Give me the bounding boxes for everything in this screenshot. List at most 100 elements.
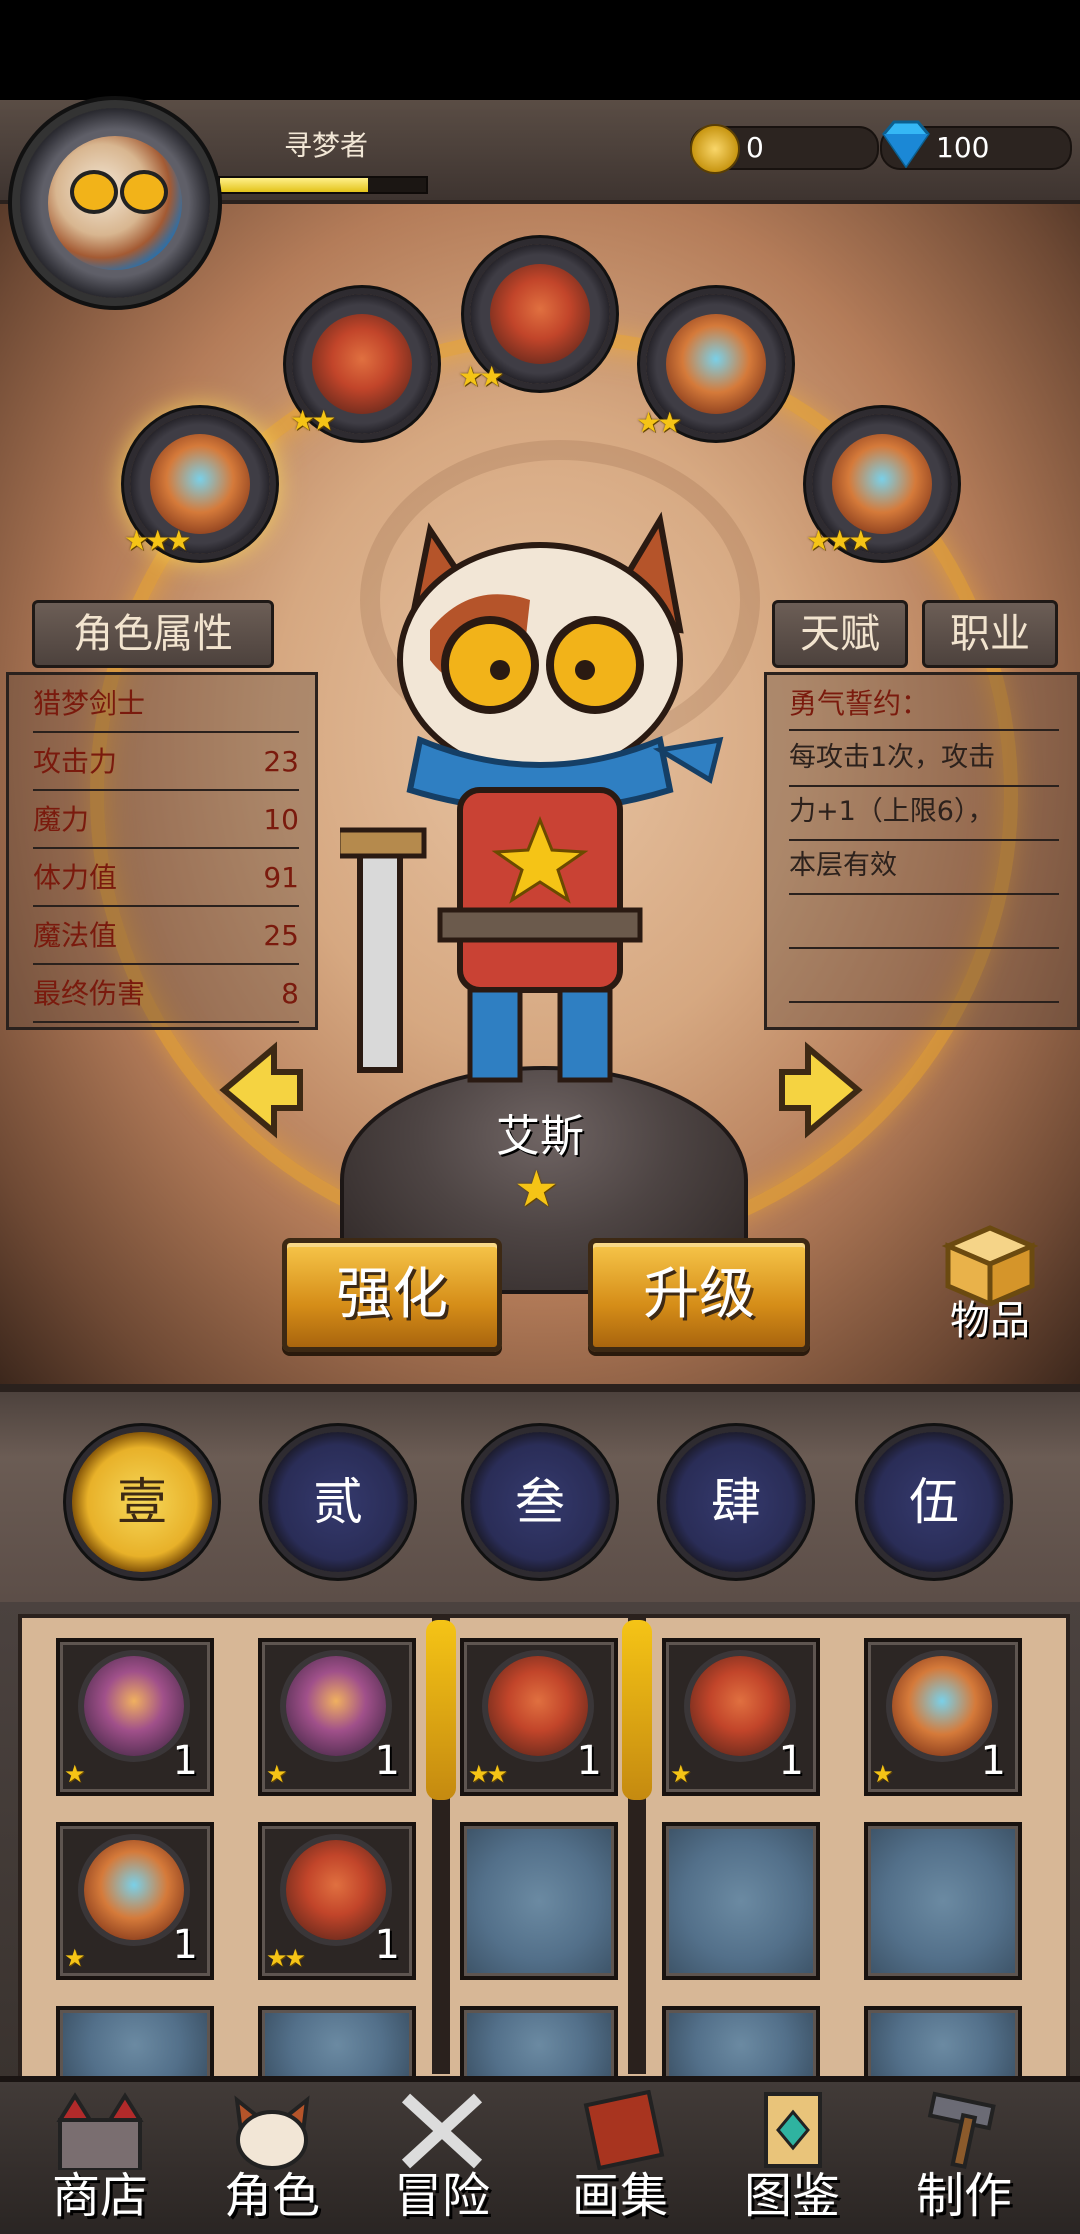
- stat-attack: 攻击力 23: [33, 733, 299, 791]
- nav-label: 商店: [51, 2168, 148, 2224]
- tab-talent[interactable]: 天赋: [772, 600, 908, 668]
- glasses-icon: [70, 170, 118, 214]
- companion-portrait: [312, 314, 412, 414]
- player-name: 寻梦者: [284, 129, 369, 162]
- star-rating: ★★★: [124, 524, 191, 557]
- gem-counter[interactable]: 100: [880, 120, 1072, 170]
- companion-portrait: [832, 434, 932, 534]
- nav-codex[interactable]: 图鉴: [712, 2090, 872, 2228]
- talent-title: 勇气誓约：: [789, 687, 930, 720]
- gold-amount: 0: [746, 131, 764, 164]
- upgrade-button[interactable]: 升级: [588, 1238, 810, 1352]
- stat-value: 91: [263, 861, 299, 894]
- stat-value: 25: [263, 919, 299, 952]
- gem-amount: 100: [936, 131, 990, 164]
- talent-panel: 勇气誓约： 每攻击1次，攻击 力+1（上限6）， 本层有效: [764, 672, 1080, 1030]
- scroll-handle[interactable]: [426, 1620, 456, 1800]
- player-avatar[interactable]: [20, 108, 210, 298]
- empty-slot: [258, 2006, 416, 2084]
- inventory-cell[interactable]: ★★ 1: [258, 1822, 416, 1980]
- stat-label: 魔法值: [33, 919, 118, 952]
- star-rating: ★★: [290, 404, 336, 437]
- star-rating: ★: [266, 1760, 287, 1788]
- inventory-cell[interactable]: ★ 1: [662, 1638, 820, 1796]
- class-name: 猎梦剑士: [33, 675, 299, 733]
- inventory-cell[interactable]: ★ 1: [56, 1638, 214, 1796]
- status-bar: [0, 0, 1080, 100]
- tab-class[interactable]: 职业: [922, 600, 1058, 668]
- item-count: 1: [576, 1738, 602, 1784]
- stat-magic: 魔力 10: [33, 791, 299, 849]
- item-count: 1: [778, 1738, 804, 1784]
- stat-hp: 体力值 91: [33, 849, 299, 907]
- talent-desc-line: 每攻击1次，攻击: [789, 742, 996, 773]
- star-rating: ★: [64, 1760, 85, 1788]
- star-rating: ★★: [458, 360, 504, 393]
- star-rating: ★★: [266, 1944, 306, 1972]
- items-button[interactable]: 物品: [934, 1216, 1046, 1344]
- nav-shop[interactable]: 商店: [20, 2090, 180, 2228]
- stat-final-damage: 最终伤害 8: [33, 965, 299, 1023]
- companion-slot-3[interactable]: ★★: [458, 244, 610, 393]
- companion-slot-5[interactable]: ★★★: [806, 414, 952, 557]
- stats-panel: 猎梦剑士 攻击力 23 魔力 10 体力值 91 魔法值 25 最终伤害 8: [6, 672, 318, 1030]
- empty-slot: [864, 2006, 1022, 2084]
- arrow-left-icon[interactable]: [214, 1040, 304, 1140]
- hero-star-rating: ★: [514, 1160, 559, 1218]
- xp-bar: [218, 176, 428, 194]
- companion-slot-2[interactable]: ★★: [290, 294, 432, 437]
- stat-label: 魔力: [33, 803, 90, 836]
- hero-name: 艾斯: [496, 1111, 584, 1162]
- empty-slot: [460, 1822, 618, 1980]
- class-name-text: 猎梦剑士: [33, 687, 146, 720]
- companion-portrait: [84, 1656, 184, 1756]
- empty-slot: [864, 1822, 1022, 1980]
- nav-gallery[interactable]: 画集: [540, 2090, 700, 2228]
- stat-label: 最终伤害: [33, 977, 146, 1010]
- hero-cat-swordsman[interactable]: [340, 490, 740, 1110]
- companion-slot-4[interactable]: ★★: [636, 294, 786, 439]
- nav-label: 制作: [915, 2168, 1012, 2224]
- tab-page-2[interactable]: 贰: [268, 1432, 408, 1572]
- empty-slot: [460, 2006, 618, 2084]
- talent-desc-line: 力+1（上限6），: [789, 796, 995, 827]
- arrow-right-icon[interactable]: [778, 1040, 868, 1140]
- talent-description: 每攻击1次，攻击 力+1（上限6）， 本层有效: [789, 731, 1059, 893]
- nav-craft[interactable]: 制作: [884, 2090, 1044, 2228]
- star-rating: ★: [872, 1760, 893, 1788]
- xp-fill: [220, 178, 369, 192]
- star-rating: ★★: [468, 1760, 508, 1788]
- star-rating: ★★★: [806, 524, 873, 557]
- empty-slot: [662, 1822, 820, 1980]
- enhance-button[interactable]: 强化: [282, 1238, 502, 1352]
- tab-page-5[interactable]: 伍: [864, 1432, 1004, 1572]
- inventory-cell[interactable]: ★ 1: [56, 1822, 214, 1980]
- companion-portrait: [286, 1840, 386, 1940]
- gold-counter[interactable]: 0: [690, 124, 879, 174]
- nav-adventure[interactable]: 冒险: [362, 2090, 522, 2228]
- nav-character[interactable]: 角色: [192, 2090, 352, 2228]
- inventory-cell[interactable]: ★★ 1: [460, 1638, 618, 1796]
- talent-desc-line: 本层有效: [789, 850, 897, 881]
- scroll-handle[interactable]: [622, 1620, 652, 1800]
- inventory-cell[interactable]: ★ 1: [864, 1638, 1022, 1796]
- item-count: 1: [374, 1922, 400, 1968]
- star-rating: ★: [670, 1760, 691, 1788]
- empty-slot: [662, 2006, 820, 2084]
- companion-slot-1[interactable]: ★★★: [124, 414, 270, 557]
- glasses-icon: [120, 170, 168, 214]
- nav-label: 画集: [571, 2168, 668, 2224]
- nav-label: 图鉴: [743, 2168, 840, 2224]
- tab-page-4[interactable]: 肆: [666, 1432, 806, 1572]
- empty-slot: [56, 2006, 214, 2084]
- item-count: 1: [172, 1922, 198, 1968]
- tab-page-3[interactable]: 叁: [470, 1432, 610, 1572]
- stat-label: 体力值: [33, 861, 118, 894]
- tab-page-1[interactable]: 壹: [72, 1432, 212, 1572]
- stat-mp: 魔法值 25: [33, 907, 299, 965]
- inventory-cell[interactable]: ★ 1: [258, 1638, 416, 1796]
- companion-portrait: [488, 1656, 588, 1756]
- companion-portrait: [892, 1656, 992, 1756]
- tab-attributes[interactable]: 角色属性: [32, 600, 274, 668]
- companion-portrait: [490, 264, 590, 364]
